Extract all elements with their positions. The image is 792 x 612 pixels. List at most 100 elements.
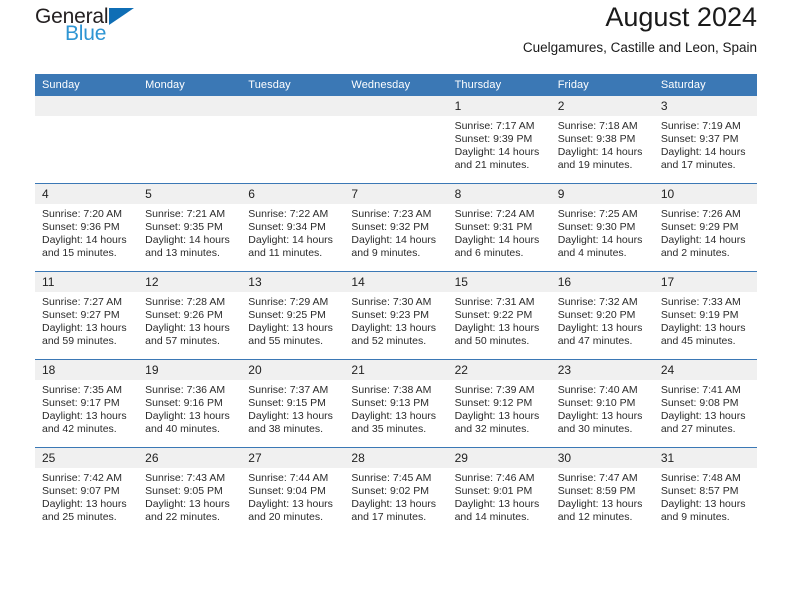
day-cell-inner: 2 Sunrise: 7:18 AM Sunset: 9:38 PM Daylight… [550,96,654,183]
calendar-day-cell[interactable]: 14 Sunrise: 7:30 AM Sunset: 9:23 PM Dayligh… [344,271,448,360]
sunrise-text: Sunrise: 7:18 AM [557,120,638,132]
title-block: August 2024 Cuelgamures, Castille and Le… [523,0,757,56]
day-cell-inner: 28 Sunrise: 7:45 AM Sunset: 9:02 PM Dayligh… [344,448,448,535]
sunrise-text: Sunrise: 7:21 AM [145,208,226,220]
day-details: Sunrise: 7:35 AM Sunset: 9:17 PM Daylight:… [35,380,138,436]
daylight-text: Daylight: 13 hours and 50 minutes. [454,322,540,348]
sunrise-text: Sunrise: 7:37 AM [248,384,329,396]
day-details: Sunrise: 7:47 AM Sunset: 8:59 PM Daylight:… [551,468,654,524]
day-cell-inner: 3 Sunrise: 7:19 AM Sunset: 9:37 PM Daylight… [653,96,757,183]
day-cell-inner: 13 Sunrise: 7:29 AM Sunset: 9:25 PM Dayligh… [241,272,345,359]
day-details: Sunrise: 7:39 AM Sunset: 9:12 PM Daylight:… [448,380,551,436]
calendar-day-cell[interactable]: 31 Sunrise: 7:48 AM Sunset: 8:57 PM Dayligh… [653,447,757,535]
calendar-day-cell[interactable]: 5 Sunrise: 7:21 AM Sunset: 9:35 PM Daylight… [138,183,242,272]
calendar-day-cell[interactable]: 3 Sunrise: 7:19 AM Sunset: 9:37 PM Daylight… [653,96,757,184]
day-number: 6 [241,184,345,204]
day-details: Sunrise: 7:20 AM Sunset: 9:36 PM Daylight:… [35,204,138,260]
page-subtitle: Cuelgamures, Castille and Leon, Spain [522,40,757,56]
day-number: 23 [550,360,654,380]
calendar-day-cell[interactable]: 23 Sunrise: 7:40 AM Sunset: 9:10 PM Dayligh… [550,359,654,448]
daylight-text: Daylight: 13 hours and 52 minutes. [351,322,437,348]
day-cell-inner: 11 Sunrise: 7:27 AM Sunset: 9:27 PM Dayligh… [35,272,139,359]
day-cell-inner: 29 Sunrise: 7:46 AM Sunset: 9:01 PM Dayligh… [447,448,551,535]
sunrise-text: Sunrise: 7:22 AM [248,208,329,220]
weekday-header-sunday: Sunday [35,74,139,96]
day-details: Sunrise: 7:29 AM Sunset: 9:25 PM Daylight:… [241,292,344,348]
daylight-text: Daylight: 14 hours and 11 minutes. [248,234,333,260]
daylight-text: Daylight: 13 hours and 25 minutes. [42,498,127,524]
calendar-day-cell[interactable]: 1 Sunrise: 7:17 AM Sunset: 9:39 PM Daylight… [447,96,551,184]
calendar-day-cell[interactable]: 11 Sunrise: 7:27 AM Sunset: 9:27 PM Dayligh… [35,271,139,360]
day-number: 2 [550,96,654,116]
sunset-text: Sunset: 9:07 PM [42,485,120,498]
calendar-day-cell[interactable]: 29 Sunrise: 7:46 AM Sunset: 9:01 PM Dayligh… [447,447,551,535]
calendar-body: 1 Sunrise: 7:17 AM Sunset: 9:39 PM Daylight… [35,96,757,535]
calendar-day-cell[interactable]: 10 Sunrise: 7:26 AM Sunset: 9:29 PM Dayligh… [653,183,757,272]
calendar-day-cell[interactable]: 24 Sunrise: 7:41 AM Sunset: 9:08 PM Dayligh… [653,359,757,448]
calendar-table: Sunday Monday Tuesday Wednesday Thursday Frid… [35,74,757,535]
calendar-day-cell[interactable]: 7 Sunrise: 7:23 AM Sunset: 9:32 PM Daylight… [344,183,448,272]
sunrise-text: Sunrise: 7:45 AM [351,472,432,484]
day-number: 25 [35,448,139,468]
day-cell-inner [138,96,242,183]
calendar-week-row: 25 Sunrise: 7:42 AM Sunset: 9:07 PM Dayligh… [35,447,757,535]
sunrise-text: Sunrise: 7:42 AM [42,472,122,484]
day-cell-inner: 10 Sunrise: 7:26 AM Sunset: 9:29 PM Dayligh… [653,184,757,271]
calendar-day-cell[interactable]: 26 Sunrise: 7:43 AM Sunset: 9:05 PM Dayligh… [138,447,242,535]
calendar-day-cell[interactable]: 27 Sunrise: 7:44 AM Sunset: 9:04 PM Dayligh… [241,447,345,535]
calendar-day-cell[interactable]: 12 Sunrise: 7:28 AM Sunset: 9:26 PM Dayligh… [138,271,242,360]
sunrise-text: Sunrise: 7:17 AM [454,120,535,132]
calendar-day-cell[interactable]: 18 Sunrise: 7:35 AM Sunset: 9:17 PM Dayligh… [35,359,139,448]
day-number: 31 [653,448,757,468]
day-details: Sunrise: 7:18 AM Sunset: 9:38 PM Daylight:… [551,116,654,172]
calendar-day-cell[interactable]: 19 Sunrise: 7:36 AM Sunset: 9:16 PM Dayligh… [138,359,242,448]
day-cell-inner: 7 Sunrise: 7:23 AM Sunset: 9:32 PM Daylight… [344,184,448,271]
daylight-text: Daylight: 13 hours and 55 minutes. [248,322,333,348]
day-number: 20 [241,360,345,380]
calendar-day-cell[interactable]: 13 Sunrise: 7:29 AM Sunset: 9:25 PM Dayligh… [241,271,345,360]
daylight-text: Daylight: 13 hours and 57 minutes. [145,322,230,348]
sunrise-text: Sunrise: 7:47 AM [557,472,638,484]
calendar-day-cell[interactable]: 20 Sunrise: 7:37 AM Sunset: 9:15 PM Dayligh… [241,359,345,448]
calendar-day-cell[interactable]: 28 Sunrise: 7:45 AM Sunset: 9:02 PM Dayligh… [344,447,448,535]
calendar-week-row: 4 Sunrise: 7:20 AM Sunset: 9:36 PM Daylight… [35,183,757,272]
daylight-text: Daylight: 13 hours and 27 minutes. [660,410,746,436]
daylight-text: Daylight: 13 hours and 47 minutes. [557,322,643,348]
day-number: 14 [344,272,448,292]
day-details: Sunrise: 7:44 AM Sunset: 9:04 PM Daylight:… [241,468,344,524]
calendar-day-cell[interactable]: 8 Sunrise: 7:24 AM Sunset: 9:31 PM Daylight… [447,183,551,272]
calendar-day-cell[interactable]: 9 Sunrise: 7:25 AM Sunset: 9:30 PM Daylight… [550,183,654,272]
calendar-day-cell[interactable]: 21 Sunrise: 7:38 AM Sunset: 9:13 PM Dayligh… [344,359,448,448]
brand-name-blue: Blue [65,22,107,45]
calendar-page: General Blue August 2024 Cuelgamures, Ca… [0,0,792,612]
day-number: 18 [35,360,139,380]
calendar-day-cell[interactable]: 15 Sunrise: 7:31 AM Sunset: 9:22 PM Dayligh… [447,271,551,360]
day-number [138,96,242,116]
calendar-day-cell[interactable]: 22 Sunrise: 7:39 AM Sunset: 9:12 PM Dayligh… [447,359,551,448]
day-details: Sunrise: 7:30 AM Sunset: 9:23 PM Daylight:… [344,292,447,348]
day-details: Sunrise: 7:22 AM Sunset: 9:34 PM Daylight:… [241,204,344,260]
daylight-text: Daylight: 14 hours and 13 minutes. [145,234,230,260]
day-cell-inner: 15 Sunrise: 7:31 AM Sunset: 9:22 PM Dayligh… [447,272,551,359]
calendar-day-cell[interactable]: 2 Sunrise: 7:18 AM Sunset: 9:38 PM Daylight… [550,96,654,184]
daylight-text: Daylight: 13 hours and 30 minutes. [557,410,643,436]
calendar-day-cell[interactable]: 6 Sunrise: 7:22 AM Sunset: 9:34 PM Daylight… [241,183,345,272]
sunset-text: Sunset: 8:59 PM [557,485,636,498]
day-details: Sunrise: 7:40 AM Sunset: 9:10 PM Daylight:… [551,380,654,436]
day-number: 21 [344,360,448,380]
sunset-text: Sunset: 9:39 PM [454,133,533,146]
calendar-day-cell[interactable]: 4 Sunrise: 7:20 AM Sunset: 9:36 PM Daylight… [35,183,139,272]
day-cell-inner: 21 Sunrise: 7:38 AM Sunset: 9:13 PM Dayligh… [344,360,448,447]
calendar-day-cell[interactable]: 16 Sunrise: 7:32 AM Sunset: 9:20 PM Dayligh… [550,271,654,360]
sunset-text: Sunset: 9:20 PM [557,309,636,322]
calendar-day-cell[interactable]: 25 Sunrise: 7:42 AM Sunset: 9:07 PM Dayligh… [35,447,139,535]
sunrise-text: Sunrise: 7:48 AM [660,472,741,484]
calendar-day-cell[interactable]: 30 Sunrise: 7:47 AM Sunset: 8:59 PM Dayligh… [550,447,654,535]
daylight-text: Daylight: 13 hours and 59 minutes. [42,322,127,348]
sunrise-text: Sunrise: 7:27 AM [42,296,122,308]
day-number: 5 [138,184,242,204]
sunrise-text: Sunrise: 7:24 AM [454,208,535,220]
calendar-day-cell[interactable]: 17 Sunrise: 7:33 AM Sunset: 9:19 PM Dayligh… [653,271,757,360]
sunrise-text: Sunrise: 7:36 AM [145,384,226,396]
day-number: 30 [550,448,654,468]
